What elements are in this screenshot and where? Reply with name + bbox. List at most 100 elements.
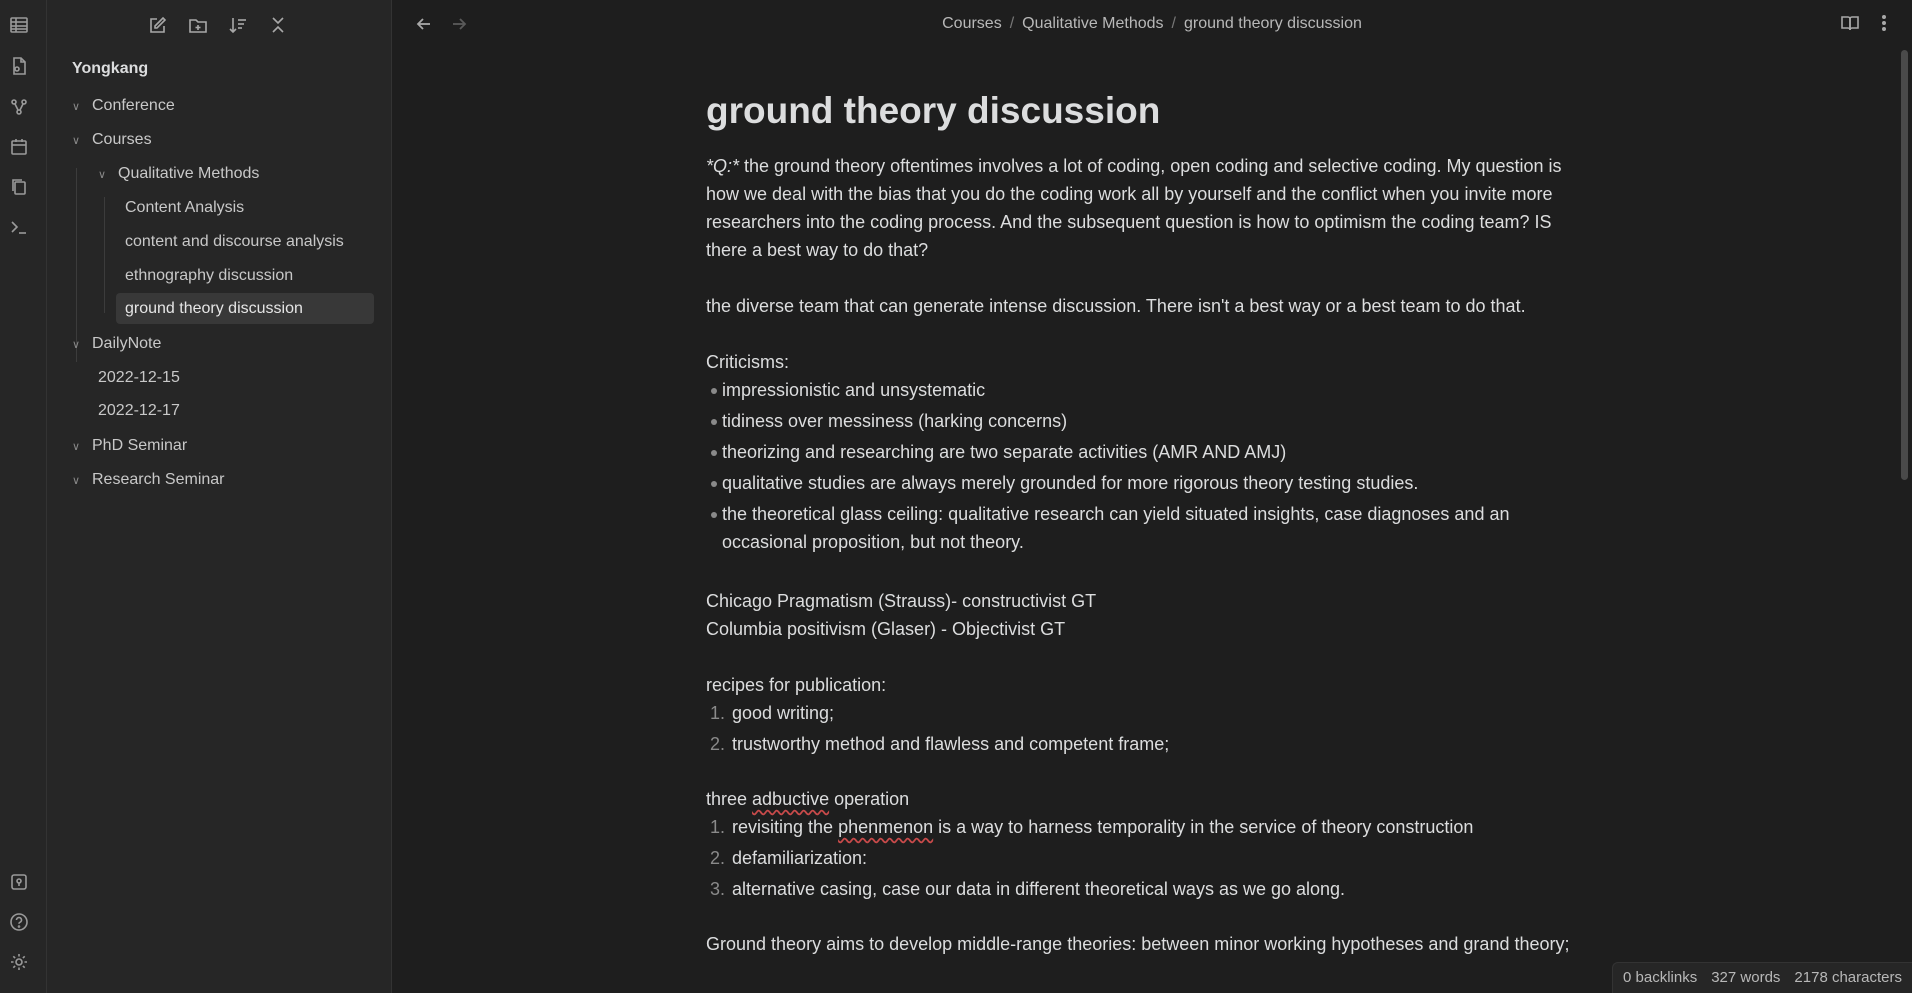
tree-file-ground-theory-discussion[interactable]: ground theory discussion <box>116 293 374 324</box>
tree-folder-conference[interactable]: ∨ Conference <box>72 90 175 121</box>
tree-item-label: Courses <box>92 131 152 148</box>
breadcrumb: Courses / Qualitative Methods / ground theor… <box>392 15 1912 33</box>
breadcrumb-item[interactable]: Qualitative Methods <box>1022 15 1163 32</box>
list-item-text: defamiliarization: <box>732 848 868 868</box>
status-bar: 0 backlinks 327 words 2178 characters <box>1612 962 1912 993</box>
list-item-text: trustworthy method and flawless and comp… <box>732 734 1170 754</box>
chevron-down-icon: ∨ <box>98 169 107 181</box>
tree-file-2022-12-15[interactable]: 2022-12-15 <box>89 362 189 393</box>
answer-paragraph: the diverse team that can generate inten… <box>706 296 1526 316</box>
tree-item-label: 2022-12-17 <box>98 402 180 419</box>
scrollbar[interactable] <box>1901 50 1908 480</box>
tree-guide <box>76 168 77 314</box>
numbered-item: 1. good writing; <box>706 699 1586 727</box>
text-line: Columbia positivism (Glaser) - Objectivi… <box>706 619 1066 639</box>
vault-switch-icon[interactable] <box>8 871 30 893</box>
tree-guide <box>104 197 105 313</box>
character-count: 2178 characters <box>1794 969 1902 986</box>
tree-item-label: Conference <box>92 97 175 114</box>
main-editor-pane: Courses / Qualitative Methods / ground theor… <box>392 0 1912 993</box>
new-note-icon[interactable] <box>147 14 169 36</box>
operations-heading: three adbuctive operation <box>706 785 1586 813</box>
chevron-down-icon: ∨ <box>72 441 81 453</box>
settings-icon[interactable] <box>8 951 30 973</box>
misspelled-word: adbuctive <box>752 789 830 809</box>
collapse-all-icon[interactable] <box>267 14 289 36</box>
tree-item-label: Content Analysis <box>125 199 245 216</box>
view-header: Courses / Qualitative Methods / ground theor… <box>392 0 1912 50</box>
tree-item-label: Research Seminar <box>92 471 225 488</box>
backlinks-count[interactable]: 0 backlinks <box>1623 963 1697 993</box>
tree-folder-qualitative-methods[interactable]: ∨ Qualitative Methods <box>98 158 259 189</box>
calendar-icon[interactable] <box>8 136 30 158</box>
note-content[interactable]: ground theory discussion *Q:* the ground… <box>706 80 1586 958</box>
graph-view-icon[interactable] <box>8 96 30 118</box>
tree-file-2022-12-17[interactable]: 2022-12-17 <box>89 395 189 426</box>
list-number: 3. <box>710 879 726 899</box>
list-number: 2. <box>710 734 726 754</box>
final-paragraph: Ground theory aims to develop middle-ran… <box>706 934 1570 954</box>
reading-view-icon[interactable] <box>1840 13 1860 38</box>
tree-item-label: content and discourse analysis <box>125 233 344 250</box>
tree-folder-dailynote[interactable]: ∨ DailyNote <box>72 328 161 359</box>
tree-file-content-analysis[interactable]: Content Analysis <box>116 192 253 223</box>
view-actions <box>1840 13 1894 38</box>
misspelled-word: phenmenon <box>838 817 934 837</box>
table-icon[interactable] <box>8 14 30 36</box>
tree-item-label: ethnography discussion <box>125 267 294 284</box>
tree-folder-phd-seminar[interactable]: ∨ PhD Seminar <box>72 430 187 461</box>
tree-file-ethnography-discussion[interactable]: ethnography discussion <box>116 260 302 291</box>
file-explorer: Yongkang ∨ Conference ∨ Courses ∨ Qualitati… <box>47 0 392 993</box>
numbered-item: 2. trustworthy method and flawless and co… <box>706 730 1586 758</box>
list-number: 1. <box>710 817 726 837</box>
list-number: 1. <box>710 703 726 723</box>
tree-folder-research-seminar[interactable]: ∨ Research Seminar <box>72 464 225 495</box>
recipes-heading: recipes for publication: <box>706 675 887 695</box>
text-span: revisiting the <box>732 817 839 837</box>
copy-icon[interactable] <box>8 176 30 198</box>
breadcrumb-separator: / <box>1171 15 1176 32</box>
numbered-item: 1. revisiting the phenmenon is a way to h… <box>706 813 1586 841</box>
word-count: 327 words <box>1711 969 1781 986</box>
sort-icon[interactable] <box>227 14 249 36</box>
list-item-text: good writing; <box>732 703 835 723</box>
list-item: the theoretical glass ceiling: qualitati… <box>706 500 1586 556</box>
text-line: Chicago Pragmatism (Strauss)- constructi… <box>706 591 1097 611</box>
list-number: 2. <box>710 848 726 868</box>
tree-item-label: DailyNote <box>92 335 162 352</box>
chevron-down-icon: ∨ <box>72 475 81 487</box>
question-paragraph: *Q:* the ground theory oftentimes involv… <box>706 152 1586 264</box>
chevron-down-icon: ∨ <box>72 101 81 113</box>
terminal-icon[interactable] <box>8 216 30 238</box>
text-span: operation <box>829 789 910 809</box>
list-item: impressionistic and unsystematic <box>706 376 1586 404</box>
tree-item-label: ground theory discussion <box>125 300 303 317</box>
tree-file-content-discourse-analysis[interactable]: content and discourse analysis <box>116 226 353 257</box>
question-text: the ground theory oftentimes involves a … <box>706 156 1562 260</box>
more-options-icon[interactable] <box>1874 13 1894 38</box>
text-span: is a way to harness temporality in the s… <box>933 817 1474 837</box>
list-item: theorizing and researching are two separ… <box>706 438 1586 466</box>
vault-name: Yongkang <box>72 60 149 77</box>
list-item-text: alternative casing, case our data in dif… <box>732 879 1346 899</box>
numbered-item: 3. alternative casing, case our data in d… <box>706 875 1586 903</box>
new-folder-icon[interactable] <box>187 14 209 36</box>
tree-item-label: Qualitative Methods <box>118 165 260 182</box>
tree-folder-courses[interactable]: ∨ Courses <box>72 124 152 155</box>
breadcrumb-separator: / <box>1009 15 1015 32</box>
breadcrumb-current[interactable]: ground theory discussion <box>1184 15 1362 32</box>
note-title[interactable]: ground theory discussion <box>706 88 1586 134</box>
file-import-icon[interactable] <box>8 55 30 77</box>
tree-item-label: PhD Seminar <box>92 437 188 454</box>
criticisms-heading: Criticisms: <box>706 352 789 372</box>
list-item: qualitative studies are always merely gr… <box>706 469 1586 497</box>
help-icon[interactable] <box>8 911 30 933</box>
question-prefix: *Q:* <box>706 156 740 176</box>
chevron-down-icon: ∨ <box>72 339 81 351</box>
text-span: three <box>706 789 753 809</box>
chevron-down-icon: ∨ <box>72 135 81 147</box>
tree-item-label: 2022-12-15 <box>98 369 180 386</box>
list-item: tidiness over messiness (harking concern… <box>706 407 1586 435</box>
file-explorer-actions <box>147 14 289 36</box>
breadcrumb-item[interactable]: Courses <box>942 15 1002 32</box>
